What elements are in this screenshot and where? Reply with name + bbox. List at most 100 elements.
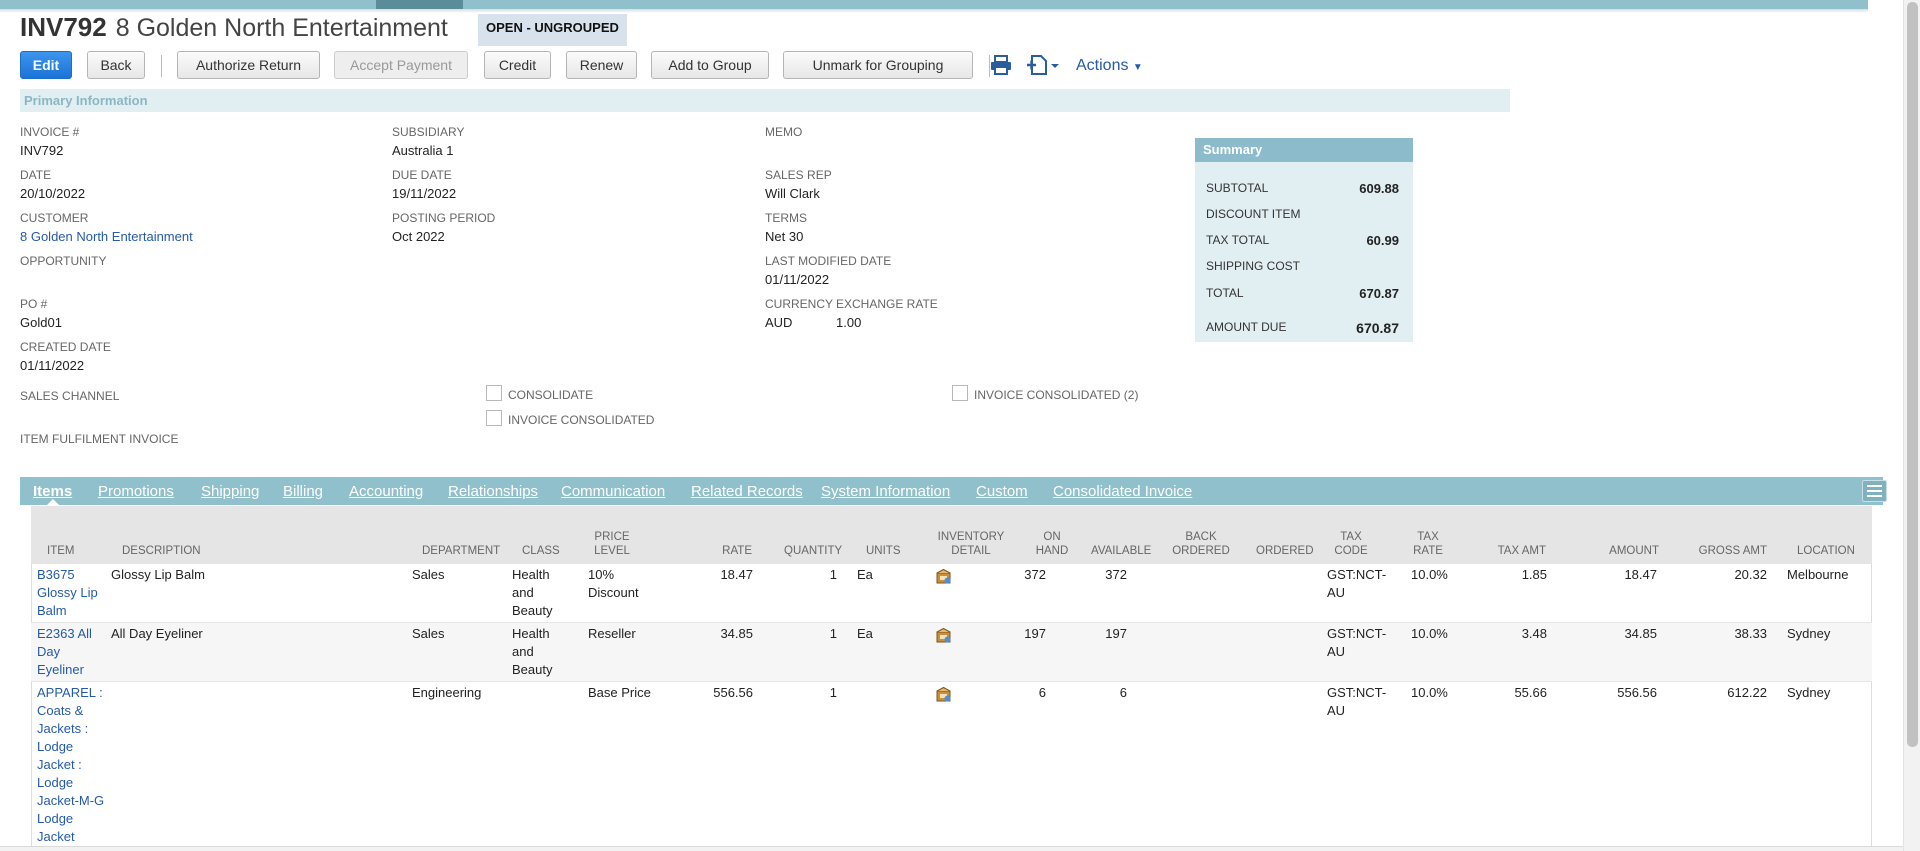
tab-custom[interactable]: Custom bbox=[976, 483, 1028, 500]
class-line: Health bbox=[512, 626, 550, 641]
table-row[interactable]: E2363 All Day Eyeliner All Day Eyeliner Sa… bbox=[31, 623, 1872, 682]
active-tab-indicator bbox=[47, 499, 59, 505]
subtab-bar: Items Promotions Shipping Billing Accoun… bbox=[20, 477, 1887, 505]
header-line: ORDERED bbox=[1172, 545, 1230, 557]
column-header-inventory-detail: INVENTORY DETAIL bbox=[938, 530, 1005, 558]
field-label: CURRENCY bbox=[765, 297, 834, 311]
item-line: Jacket-M-G bbox=[37, 793, 105, 808]
renew-button[interactable]: Renew bbox=[566, 51, 637, 79]
field-label: CREATED DATE bbox=[20, 340, 111, 354]
edit-button[interactable]: Edit bbox=[20, 51, 72, 79]
terms-field: TERMS Net 30 bbox=[765, 211, 807, 244]
add-to-group-button[interactable]: Add to Group bbox=[651, 51, 769, 79]
rate-cell: 556.56 bbox=[713, 685, 753, 700]
customer-link[interactable]: 8 Golden North Entertainment bbox=[20, 229, 193, 244]
available-cell: 6 bbox=[1119, 685, 1127, 700]
checkbox-label: INVOICE CONSOLIDATED (2) bbox=[974, 388, 1139, 402]
table-row[interactable]: APPAREL : Coats & Jackets : Lodge Jacket… bbox=[31, 682, 1872, 846]
scrollbar-thumb[interactable] bbox=[1907, 2, 1918, 747]
column-header-amount: AMOUNT bbox=[1609, 545, 1659, 557]
item-link[interactable]: B3675 Glossy Lip Balm bbox=[37, 566, 98, 620]
accept-payment-button[interactable]: Accept Payment bbox=[334, 51, 468, 79]
actions-label: Actions bbox=[1076, 57, 1129, 74]
price-level-cell: Reseller bbox=[588, 626, 636, 641]
primary-information-header[interactable]: Primary Information bbox=[20, 89, 1510, 112]
new-document-menu-icon[interactable] bbox=[1026, 55, 1060, 80]
field-value: 20/10/2022 bbox=[20, 186, 86, 201]
tax-amt-cell: 3.48 bbox=[1521, 626, 1547, 641]
tax-code-line: GST:NCT- bbox=[1327, 685, 1387, 700]
field-value: INV792 bbox=[20, 143, 64, 158]
field-value: Will Clark bbox=[765, 186, 820, 201]
item-line: Balm bbox=[37, 603, 67, 618]
class-line: and bbox=[512, 585, 534, 600]
tab-items[interactable]: Items bbox=[33, 483, 72, 500]
quantity-cell: 1 bbox=[829, 567, 837, 582]
item-link[interactable]: APPAREL : Coats & Jackets : Lodge Jacket… bbox=[37, 684, 104, 846]
tab-billing[interactable]: Billing bbox=[283, 483, 323, 500]
inventory-detail-icon[interactable] bbox=[935, 627, 952, 644]
table-row[interactable]: B3675 Glossy Lip Balm Glossy Lip Balm Sale… bbox=[31, 564, 1872, 623]
column-header-quantity: QUANTITY bbox=[784, 545, 843, 557]
summary-label: AMOUNT DUE bbox=[1206, 320, 1287, 334]
inventory-detail-icon[interactable] bbox=[935, 568, 952, 585]
item-line: Coats & bbox=[37, 703, 84, 718]
summary-title: Summary bbox=[1195, 138, 1413, 162]
item-line: Eyeliner bbox=[37, 662, 84, 677]
field-label: EXCHANGE RATE bbox=[836, 297, 938, 311]
field-value: Australia 1 bbox=[392, 143, 454, 158]
header-line: BACK bbox=[1185, 531, 1217, 543]
invoice-consolidated-checkbox[interactable] bbox=[486, 410, 502, 426]
created-date-field: CREATED DATE 01/11/2022 bbox=[20, 340, 111, 373]
field-value: 01/11/2022 bbox=[20, 358, 85, 373]
tab-menu-icon[interactable] bbox=[1862, 480, 1887, 502]
field-value: 01/11/2022 bbox=[765, 272, 830, 287]
summary-value: 670.87 bbox=[1356, 320, 1399, 336]
print-icon[interactable] bbox=[990, 55, 1012, 80]
item-line: APPAREL : bbox=[37, 685, 103, 700]
sales-channel-label: SALES CHANNEL bbox=[20, 389, 120, 403]
vertical-scrollbar[interactable] bbox=[1903, 0, 1920, 851]
units-cell: Ea bbox=[857, 626, 873, 641]
po-number-field: PO # Gold01 bbox=[20, 297, 62, 330]
actions-menu[interactable]: Actions ▼ bbox=[1076, 57, 1143, 75]
gross-amt-cell: 612.22 bbox=[1727, 685, 1767, 700]
tab-system-information[interactable]: System Information bbox=[821, 483, 950, 500]
tax-code-line: AU bbox=[1327, 703, 1346, 718]
header-line: RATE bbox=[1413, 545, 1443, 557]
tab-related-records[interactable]: Related Records bbox=[691, 483, 803, 500]
header-line: LEVEL bbox=[594, 545, 630, 557]
item-link[interactable]: E2363 All Day Eyeliner bbox=[37, 625, 92, 679]
tab-promotions[interactable]: Promotions bbox=[98, 483, 174, 500]
subsidiary-field: SUBSIDIARY Australia 1 bbox=[392, 125, 464, 158]
authorize-return-button[interactable]: Authorize Return bbox=[177, 51, 320, 79]
tax-amt-cell: 55.66 bbox=[1514, 685, 1547, 700]
summary-box: Summary SUBTOTAL 609.88 DISCOUNT ITEM TAX… bbox=[1195, 138, 1413, 342]
credit-button[interactable]: Credit bbox=[484, 51, 551, 79]
tab-shipping[interactable]: Shipping bbox=[201, 483, 259, 500]
page-title: INV792 8 Golden North Entertainment bbox=[20, 12, 448, 46]
unmark-for-grouping-button[interactable]: Unmark for Grouping bbox=[783, 51, 973, 79]
field-label: POSTING PERIOD bbox=[392, 211, 496, 225]
checkbox-label: INVOICE CONSOLIDATED bbox=[508, 413, 655, 427]
field-label: DUE DATE bbox=[392, 168, 452, 182]
inventory-detail-icon[interactable] bbox=[935, 686, 952, 703]
summary-label: SHIPPING COST bbox=[1206, 259, 1301, 273]
description-cell: Glossy Lip Balm bbox=[111, 567, 205, 582]
invoice-number-field: INVOICE # INV792 bbox=[20, 125, 79, 158]
horizontal-scrollbar[interactable] bbox=[0, 846, 1903, 851]
sales-rep-field: SALES REP Will Clark bbox=[765, 168, 832, 201]
consolidate-checkbox[interactable] bbox=[486, 385, 502, 401]
summary-row-discount: DISCOUNT ITEM bbox=[1206, 207, 1399, 221]
invoice-consolidated-2-checkbox[interactable] bbox=[952, 385, 968, 401]
tab-communication[interactable]: Communication bbox=[561, 483, 665, 500]
summary-value: 60.99 bbox=[1366, 233, 1399, 248]
field-value: Gold01 bbox=[20, 315, 62, 330]
column-header-rate: RATE bbox=[722, 545, 752, 557]
tab-relationships[interactable]: Relationships bbox=[448, 483, 538, 500]
tab-accounting[interactable]: Accounting bbox=[349, 483, 423, 500]
tab-consolidated-invoice[interactable]: Consolidated Invoice bbox=[1053, 483, 1192, 500]
column-header-tax-rate: TAX RATE bbox=[1413, 530, 1443, 558]
field-label: DATE bbox=[20, 168, 52, 182]
back-button[interactable]: Back bbox=[87, 51, 145, 79]
